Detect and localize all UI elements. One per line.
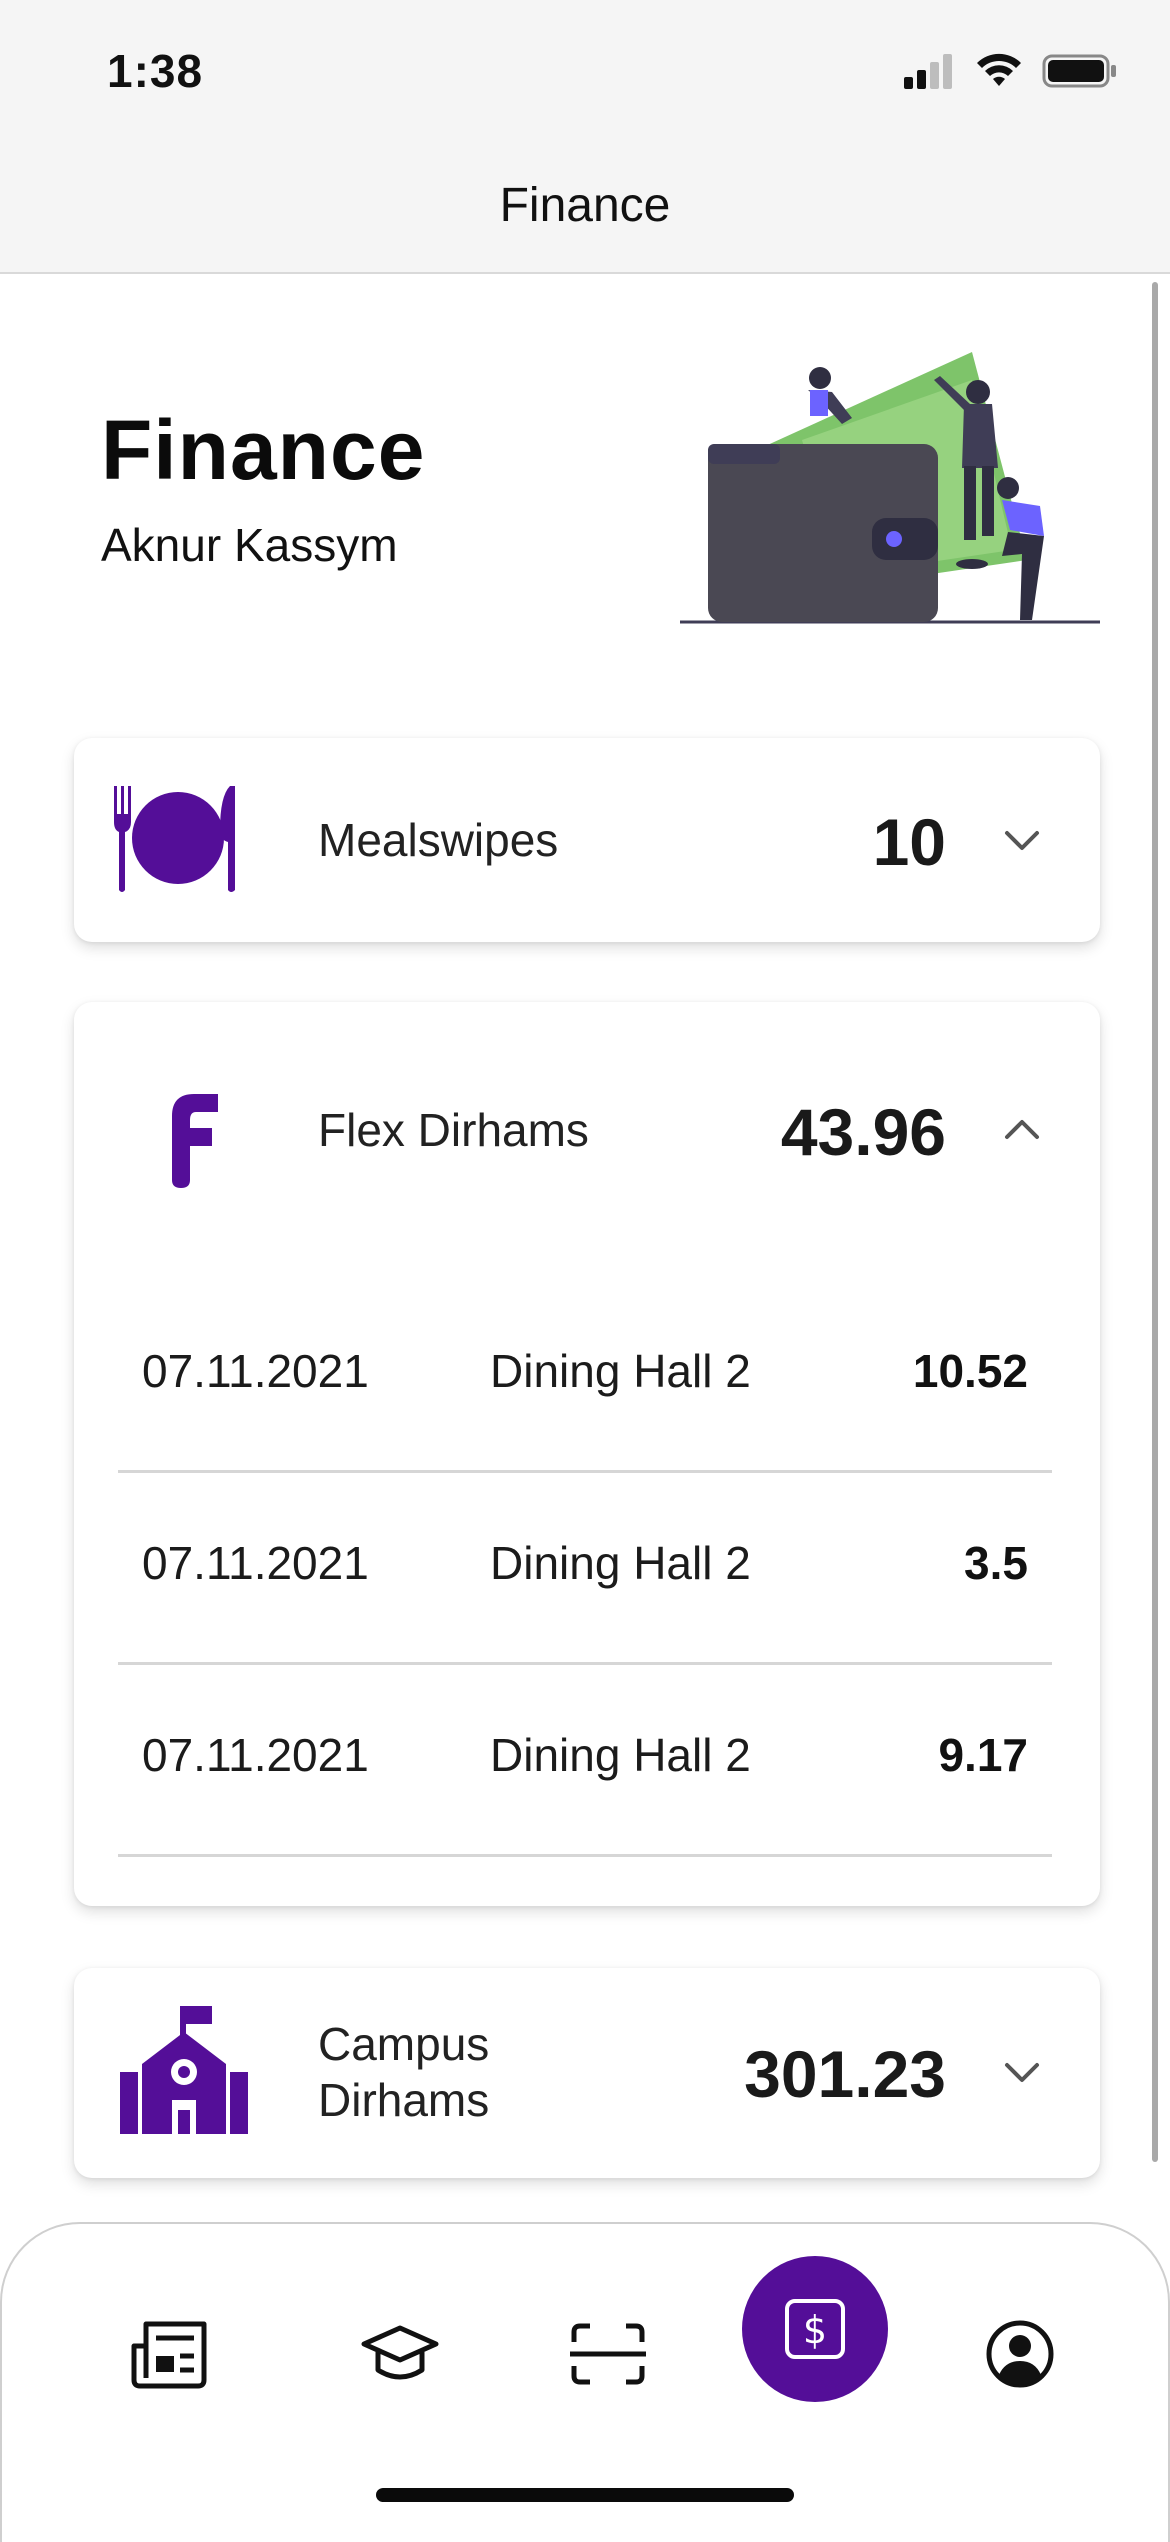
transaction-date: 07.11.2021: [142, 1729, 369, 1781]
tab-scan[interactable]: [548, 2294, 668, 2414]
chevron-down-icon[interactable]: [1004, 2062, 1040, 2084]
transaction-date: 07.11.2021: [142, 1537, 369, 1589]
cellular-signal-icon: [904, 54, 952, 89]
home-indicator[interactable]: [376, 2488, 794, 2502]
account-card-flex-dirhams[interactable]: Flex Dirhams 43.96 07.11.2021 Dining Hal…: [74, 1002, 1100, 1906]
transaction-place: Dining Hall 2: [490, 1345, 751, 1397]
account-card-mealswipes[interactable]: Mealswipes 10: [74, 738, 1100, 942]
transaction-place: Dining Hall 2: [490, 1537, 751, 1589]
dollar-icon: $: [785, 2299, 845, 2359]
nav-title: Finance: [499, 179, 671, 232]
tab-news[interactable]: [110, 2294, 230, 2414]
account-label-flex-dirhams: Flex Dirhams: [318, 1104, 589, 1156]
user-name: Aknur Kassym: [101, 519, 398, 571]
plate-cutlery-icon: [114, 786, 235, 892]
account-label-line-2: Dirhams: [318, 2074, 490, 2126]
account-amount-flex-dirhams: 43.96: [780, 1095, 946, 1169]
transaction-amount: 3.5: [964, 1537, 1028, 1589]
school-building-icon: [120, 2006, 248, 2134]
account-label-line-1: Campus: [318, 2018, 490, 2070]
graduation-cap-icon: [361, 2325, 439, 2380]
profile-icon: [986, 2320, 1054, 2388]
account-amount-campus-dirhams: 301.23: [744, 2037, 946, 2111]
transaction-row[interactable]: 07.11.2021 Dining Hall 2 3.5: [118, 1472, 1052, 1665]
wifi-icon: [977, 53, 1021, 86]
transaction-date: 07.11.2021: [142, 1345, 369, 1397]
status-bar: 1:38: [0, 0, 1170, 150]
chevron-down-icon[interactable]: [1004, 830, 1040, 852]
transaction-amount: 10.52: [912, 1345, 1028, 1397]
news-icon: [131, 2321, 207, 2389]
transaction-amount: 9.17: [938, 1729, 1028, 1781]
letter-f-icon: [172, 1094, 218, 1188]
tab-finance[interactable]: $: [742, 2256, 888, 2402]
scan-icon: [570, 2323, 646, 2385]
navigation-bar: Finance: [0, 150, 1170, 274]
account-label-mealswipes: Mealswipes: [318, 814, 559, 866]
battery-icon: [1042, 54, 1116, 88]
wallet-illustration: [680, 352, 1100, 624]
page-title: Finance: [101, 403, 426, 497]
status-icons: [902, 52, 1118, 90]
svg-text:$: $: [803, 2308, 827, 2352]
transaction-row[interactable]: 07.11.2021 Dining Hall 2 9.17: [118, 1664, 1052, 1857]
transaction-place: Dining Hall 2: [490, 1729, 751, 1781]
account-label-campus-dirhams: Campus Dirhams: [318, 2016, 489, 2128]
chevron-up-icon[interactable]: [1004, 1118, 1040, 1140]
scroll-indicator[interactable]: [1152, 282, 1158, 2162]
tab-academics[interactable]: [340, 2294, 460, 2414]
tab-profile[interactable]: [960, 2294, 1080, 2414]
status-time: 1:38: [107, 45, 204, 97]
transaction-row[interactable]: 07.11.2021 Dining Hall 2 10.52: [118, 1280, 1052, 1473]
account-amount-mealswipes: 10: [872, 805, 946, 879]
account-card-campus-dirhams[interactable]: Campus Dirhams 301.23: [74, 1968, 1100, 2178]
